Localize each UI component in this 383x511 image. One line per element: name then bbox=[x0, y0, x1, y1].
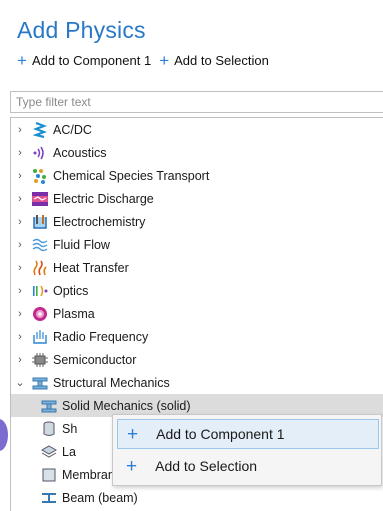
shell-icon bbox=[41, 421, 57, 437]
filter-box bbox=[10, 91, 383, 113]
filter-input[interactable] bbox=[11, 92, 383, 112]
tree-item-fluid-flow[interactable]: › Fluid Flow bbox=[11, 233, 383, 256]
chevron-right-icon[interactable]: › bbox=[15, 193, 25, 205]
plus-icon: + bbox=[159, 51, 170, 70]
tree-item-label: Fluid Flow bbox=[53, 237, 110, 252]
add-to-selection-button[interactable]: + Add to Selection bbox=[159, 51, 269, 70]
menu-item-add-to-selection[interactable]: + Add to Selection bbox=[117, 451, 379, 481]
add-to-selection-label: Add to Selection bbox=[174, 53, 269, 68]
chevron-right-icon[interactable]: › bbox=[15, 124, 25, 136]
tree-item-optics[interactable]: › Optics bbox=[11, 279, 383, 302]
tree-item-radio-frequency[interactable]: › Radio Frequency bbox=[11, 325, 383, 348]
menu-item-add-to-component[interactable]: + Add to Component 1 bbox=[117, 419, 379, 449]
tree-item-heat-transfer[interactable]: › Heat Transfer bbox=[11, 256, 383, 279]
heat-transfer-icon bbox=[32, 260, 48, 276]
tree-item-label: Chemical Species Transport bbox=[53, 168, 210, 183]
layered-icon bbox=[41, 444, 57, 460]
solid-mechanics-icon bbox=[41, 398, 57, 414]
chevron-right-icon[interactable]: › bbox=[15, 308, 25, 320]
tree-item-label: Heat Transfer bbox=[53, 260, 129, 275]
tree-item-label: Semiconductor bbox=[53, 352, 137, 367]
chemical-species-icon bbox=[32, 168, 48, 184]
acdc-icon bbox=[32, 121, 48, 138]
tree-item-label: Beam (beam) bbox=[62, 490, 138, 505]
chevron-right-icon[interactable]: › bbox=[15, 170, 25, 182]
tree-item-label: Electrochemistry bbox=[53, 214, 146, 229]
context-menu: + Add to Component 1 + Add to Selection bbox=[112, 414, 382, 486]
acoustics-icon bbox=[32, 145, 48, 161]
structural-mechanics-icon bbox=[32, 375, 48, 391]
chevron-right-icon[interactable]: › bbox=[15, 285, 25, 297]
tree-item-label: La bbox=[62, 444, 76, 459]
plus-icon: + bbox=[127, 423, 139, 445]
tree-item-label: AC/DC bbox=[53, 122, 92, 137]
tree-item-label: Electric Discharge bbox=[53, 191, 154, 206]
chevron-right-icon[interactable]: › bbox=[15, 262, 25, 274]
chevron-right-icon[interactable]: › bbox=[15, 239, 25, 251]
chevron-down-icon[interactable]: ⌄ bbox=[15, 376, 25, 389]
chevron-right-icon[interactable]: › bbox=[15, 354, 25, 366]
panel-title: Add Physics bbox=[17, 17, 146, 43]
tree-item-electrochemistry[interactable]: › Electrochemistry bbox=[11, 210, 383, 233]
menu-item-label: Add to Component 1 bbox=[156, 426, 285, 442]
tree-item-label: Sh bbox=[62, 421, 78, 436]
tree-item-label: Solid Mechanics (solid) bbox=[62, 398, 191, 413]
tree-item-label: Acoustics bbox=[53, 145, 107, 160]
tree-item-semiconductor[interactable]: › Semiconductor bbox=[11, 348, 383, 371]
chevron-right-icon[interactable]: › bbox=[15, 147, 25, 159]
semiconductor-icon bbox=[32, 352, 48, 368]
add-toolbar: + Add to Component 1 + Add to Selection bbox=[17, 51, 277, 70]
electric-discharge-icon bbox=[32, 191, 48, 207]
plasma-icon bbox=[32, 306, 48, 322]
fluid-flow-icon bbox=[32, 237, 48, 253]
chevron-right-icon[interactable]: › bbox=[15, 331, 25, 343]
tree-item-label: Plasma bbox=[53, 306, 95, 321]
chevron-right-icon[interactable]: › bbox=[15, 216, 25, 228]
step-marker bbox=[0, 419, 8, 451]
tree-item-plasma[interactable]: › Plasma bbox=[11, 302, 383, 325]
add-to-component-button[interactable]: + Add to Component 1 bbox=[17, 51, 152, 70]
electrochemistry-icon bbox=[32, 214, 48, 230]
plus-icon: + bbox=[17, 51, 27, 70]
plus-icon: + bbox=[126, 455, 138, 477]
tree-item-acoustics[interactable]: › Acoustics bbox=[11, 141, 383, 164]
tree-item-structural-mechanics[interactable]: ⌄ Structural Mechanics bbox=[11, 371, 383, 394]
beam-icon bbox=[41, 490, 57, 506]
tree-item-label: Radio Frequency bbox=[53, 329, 149, 344]
add-to-component-label: Add to Component 1 bbox=[31, 53, 152, 68]
tree-item-beam[interactable]: Beam (beam) bbox=[11, 486, 383, 509]
tree-item-label: Optics bbox=[53, 283, 89, 298]
radio-frequency-icon bbox=[32, 329, 48, 345]
membrane-icon bbox=[41, 467, 57, 483]
optics-icon bbox=[32, 283, 48, 299]
tree-item-acdc[interactable]: › AC/DC bbox=[11, 118, 383, 141]
tree-item-label: Structural Mechanics bbox=[53, 375, 170, 390]
menu-item-label: Add to Selection bbox=[155, 458, 258, 474]
tree-item-electric-discharge[interactable]: › Electric Discharge bbox=[11, 187, 383, 210]
tree-item-chemical-species-transport[interactable]: › Chemical Species Transport bbox=[11, 164, 383, 187]
